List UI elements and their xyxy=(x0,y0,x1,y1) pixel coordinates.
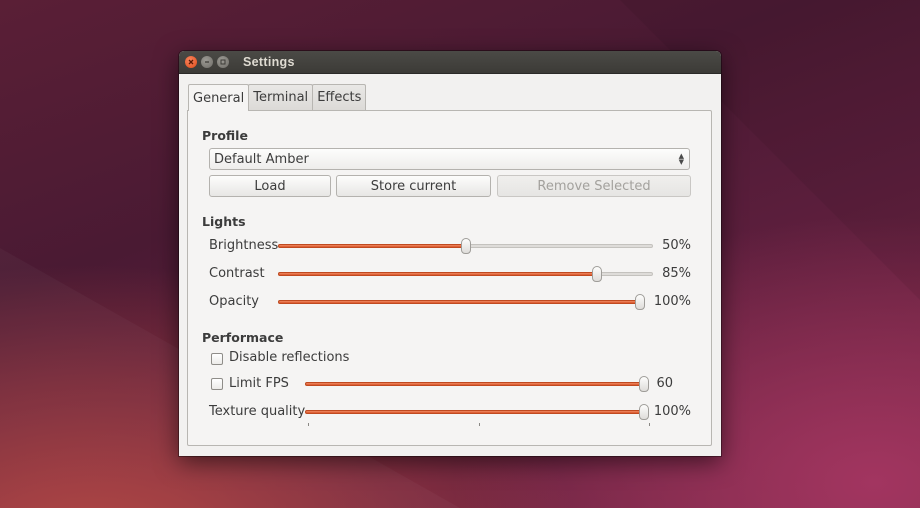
performance-heading: Performace xyxy=(202,330,284,345)
brightness-label: Brightness xyxy=(209,238,279,253)
tab-general[interactable]: General xyxy=(188,84,250,111)
slider-fill xyxy=(305,410,644,414)
slider-fill xyxy=(278,272,597,276)
texture-quality-label: Texture quality xyxy=(209,404,306,419)
limit-fps-value: 60 xyxy=(656,376,673,391)
opacity-slider[interactable] xyxy=(278,294,645,310)
select-arrows-icon: ▲ ▼ xyxy=(678,152,684,166)
slider-thumb[interactable] xyxy=(460,238,471,254)
brightness-value: 50% xyxy=(662,238,691,253)
disable-reflections-label: Disable reflections xyxy=(229,350,350,365)
contrast-slider[interactable] xyxy=(278,266,653,282)
tab-terminal[interactable]: Terminal xyxy=(248,84,314,110)
store-current-button[interactable]: Store current xyxy=(336,175,491,197)
slider-fill xyxy=(305,382,644,386)
limit-fps-checkbox[interactable] xyxy=(211,378,223,390)
slider-fill xyxy=(278,244,466,248)
load-button[interactable]: Load xyxy=(209,175,331,197)
slider-tick xyxy=(308,423,309,426)
limit-fps-slider[interactable] xyxy=(305,376,649,392)
general-tab-panel: Profile Default Amber ▲ ▼ Load Store curr… xyxy=(187,110,712,446)
window-title: Settings xyxy=(243,55,295,69)
slider-tick xyxy=(479,423,480,426)
opacity-value: 100% xyxy=(653,294,691,309)
tab-bar: General Terminal Effects xyxy=(188,84,367,111)
slider-fill xyxy=(278,300,640,304)
close-icon[interactable] xyxy=(185,56,197,68)
title-bar[interactable]: Settings xyxy=(179,51,721,74)
profile-select[interactable]: Default Amber ▲ ▼ xyxy=(209,148,690,170)
settings-window: Settings General Terminal Effects Profil… xyxy=(179,51,721,456)
tab-effects[interactable]: Effects xyxy=(312,84,367,110)
minimize-icon[interactable] xyxy=(201,56,213,68)
contrast-value: 85% xyxy=(662,266,691,281)
remove-selected-button[interactable]: Remove Selected xyxy=(497,175,691,197)
slider-tick xyxy=(649,423,650,426)
profile-select-value: Default Amber xyxy=(214,151,309,167)
slider-thumb[interactable] xyxy=(591,266,602,282)
texture-quality-slider[interactable] xyxy=(305,404,650,426)
maximize-icon[interactable] xyxy=(217,56,229,68)
opacity-label: Opacity xyxy=(209,294,260,309)
profile-heading: Profile xyxy=(202,128,248,143)
texture-quality-value: 100% xyxy=(653,404,691,419)
lights-heading: Lights xyxy=(202,214,246,229)
limit-fps-label: Limit FPS xyxy=(229,376,289,391)
disable-reflections-checkbox[interactable] xyxy=(211,353,223,365)
brightness-slider[interactable] xyxy=(278,238,653,254)
contrast-label: Contrast xyxy=(209,266,265,281)
